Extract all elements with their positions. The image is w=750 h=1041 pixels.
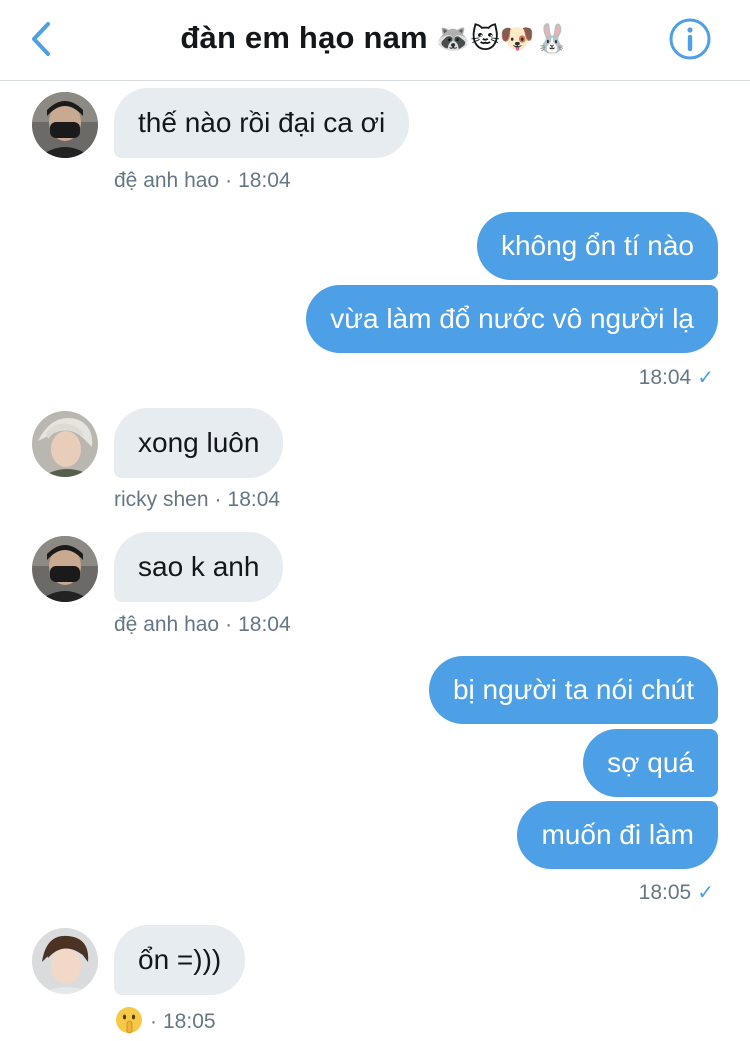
message-time: 18:04 bbox=[638, 366, 692, 389]
message-meta: · 18:05 bbox=[114, 1005, 216, 1035]
message-bubble-outgoing[interactable]: vừa làm đổ nước vô người lạ bbox=[306, 285, 718, 353]
message-sender: ricky shen bbox=[114, 488, 209, 511]
avatar-photo bbox=[32, 928, 98, 994]
message-bubble-outgoing[interactable]: bị người ta nói chút bbox=[428, 656, 718, 724]
avatar-de-anh-hao[interactable] bbox=[32, 536, 98, 602]
message-text: muốn đi làm bbox=[541, 819, 694, 850]
message-bubble-outgoing[interactable]: muốn đi làm bbox=[517, 801, 718, 869]
message-sender: đệ anh hao bbox=[114, 613, 220, 636]
message-text: xong luôn bbox=[138, 427, 260, 458]
avatar-photo bbox=[32, 536, 98, 602]
message-meta: ricky shen · 18:04 bbox=[114, 488, 280, 512]
meta-separator: · bbox=[225, 613, 233, 636]
avatar-photo bbox=[32, 92, 98, 158]
message-time: 18:04 bbox=[227, 488, 281, 511]
read-check-icon: ✓ bbox=[697, 882, 714, 904]
avatar-sender[interactable] bbox=[32, 928, 98, 994]
avatar-de-anh-hao[interactable] bbox=[32, 92, 98, 158]
shushing-face-emoji-icon[interactable] bbox=[114, 1005, 144, 1035]
message-text: sao k anh bbox=[138, 551, 260, 582]
message-bubble-incoming[interactable]: sao k anh bbox=[114, 532, 284, 602]
message-bubble-incoming[interactable]: thế nào rồi đại ca ơi bbox=[114, 88, 410, 158]
message-meta: đệ anh hao · 18:04 bbox=[114, 169, 291, 193]
avatar-photo bbox=[32, 411, 98, 477]
message-text: không ổn tí nào bbox=[500, 230, 694, 261]
avatar-ricky-shen[interactable] bbox=[32, 411, 98, 477]
message-bubble-incoming[interactable]: xong luôn bbox=[114, 408, 284, 478]
message-text: vừa làm đổ nước vô người lạ bbox=[330, 303, 694, 334]
message-time: 18:05 bbox=[163, 1010, 216, 1033]
message-meta: đệ anh hao · 18:04 bbox=[114, 613, 291, 637]
back-button[interactable] bbox=[22, 14, 62, 64]
meta-separator: · bbox=[225, 169, 233, 192]
info-icon bbox=[669, 18, 711, 60]
chevron-left-icon bbox=[32, 22, 50, 56]
message-bubble-outgoing[interactable]: không ổn tí nào bbox=[476, 212, 718, 280]
message-time: 18:04 bbox=[238, 169, 291, 192]
conversation-title-wrap: đàn em hạo nam 🦝🐱🐶🐰 bbox=[100, 16, 650, 60]
message-time: 18:05 bbox=[638, 881, 692, 904]
message-text: bị người ta nói chút bbox=[452, 674, 694, 705]
meta-separator: · bbox=[214, 488, 222, 511]
message-text: sợ quá bbox=[607, 747, 694, 778]
message-sender: đệ anh hao bbox=[114, 169, 220, 192]
message-text: ổn =))) bbox=[138, 944, 222, 975]
message-text: thế nào rồi đại ca ơi bbox=[138, 107, 386, 138]
message-time: 18:04 bbox=[238, 613, 291, 636]
title-emojis: 🦝🐱🐶🐰 bbox=[435, 21, 570, 55]
message-meta: 18:04 ✓ bbox=[639, 365, 714, 390]
message-bubble-incoming[interactable]: ổn =))) bbox=[114, 925, 246, 995]
info-button[interactable] bbox=[668, 17, 712, 61]
meta-separator: · bbox=[150, 1010, 157, 1033]
message-bubble-outgoing[interactable]: sợ quá bbox=[583, 729, 718, 797]
message-meta: 18:05 ✓ bbox=[639, 880, 714, 905]
read-check-icon: ✓ bbox=[697, 367, 714, 389]
conversation-header: đàn em hạo nam 🦝🐱🐶🐰 bbox=[0, 0, 750, 81]
conversation-title: đàn em hạo nam bbox=[180, 20, 428, 55]
shushing-face-icon bbox=[116, 1007, 142, 1034]
